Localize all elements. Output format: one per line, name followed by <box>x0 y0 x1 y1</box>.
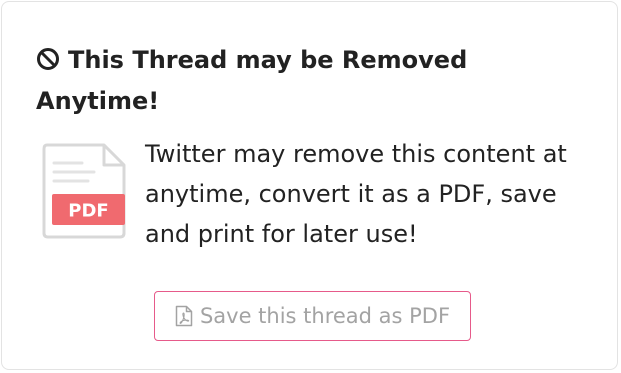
save-button-label: Save this thread as PDF <box>199 304 451 328</box>
save-thread-pdf-button[interactable]: Save this thread as PDF <box>154 291 471 341</box>
card-title-text: This Thread may be Removed Anytime! <box>36 46 468 115</box>
file-pdf-icon <box>175 305 193 327</box>
pdf-badge-label: PDF <box>68 201 108 222</box>
removal-warning-card: This Thread may be Removed Anytime! PDF … <box>1 1 618 370</box>
ban-icon <box>37 48 59 70</box>
card-title: This Thread may be Removed Anytime! <box>36 40 596 122</box>
card-message: Twitter may remove this content at anyti… <box>145 140 567 248</box>
pdf-document-icon: PDF <box>42 143 126 239</box>
